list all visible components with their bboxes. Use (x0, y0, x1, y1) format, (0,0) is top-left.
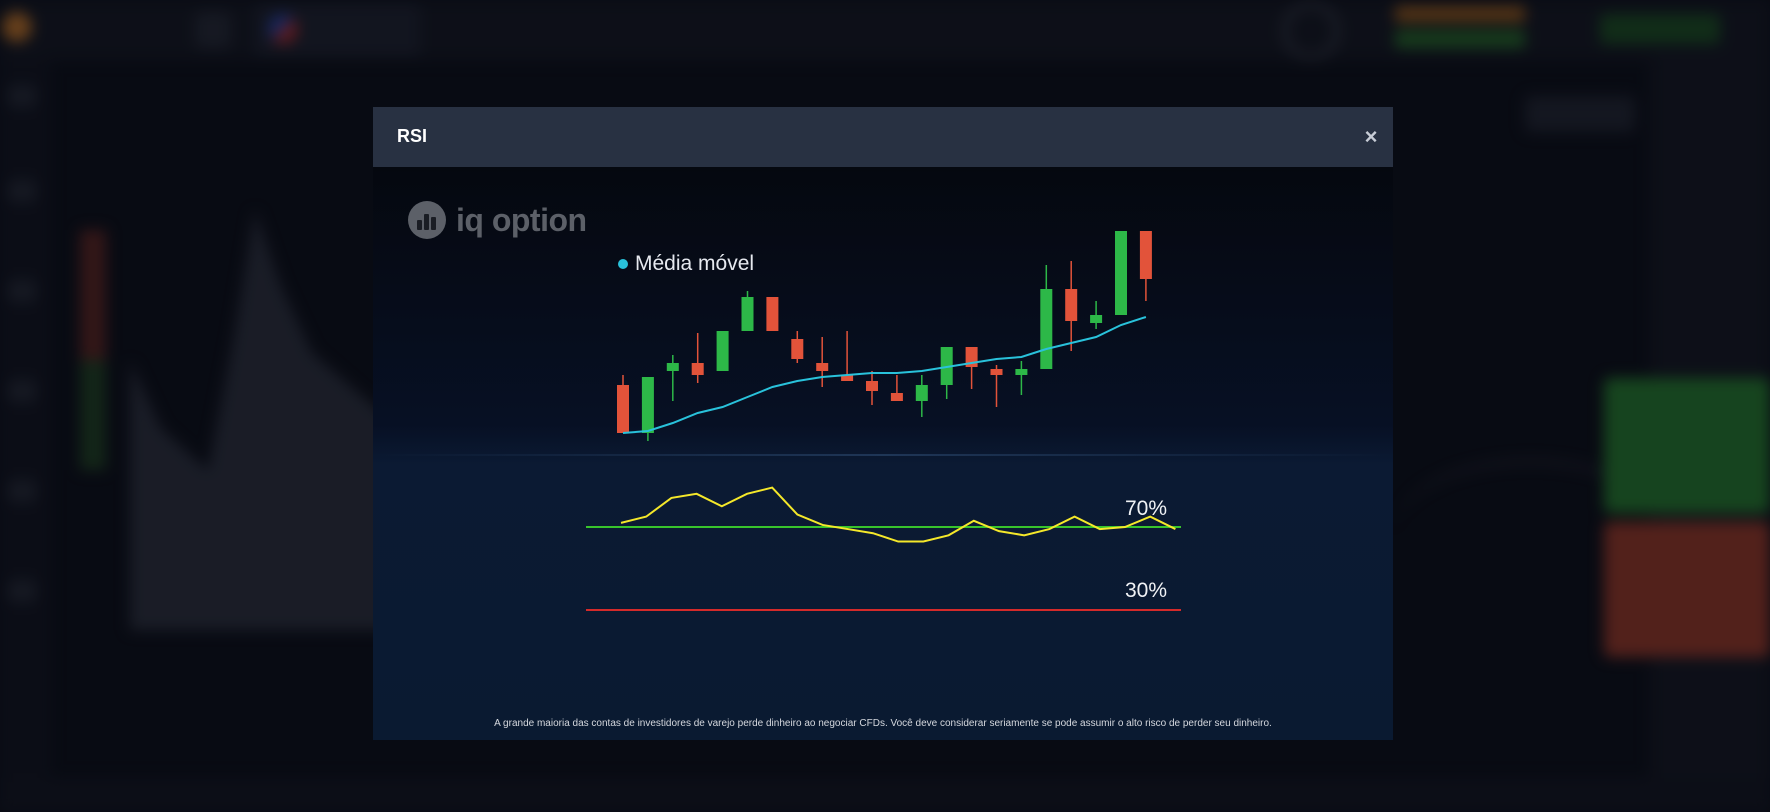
rsi-modal: RSI × iq option Média móvel 70% 30% A gr… (373, 107, 1393, 740)
candle-body (866, 381, 878, 391)
candle-body (691, 363, 704, 375)
level-label-70: 70% (1125, 497, 1168, 520)
candle-body (666, 363, 679, 371)
candle-body (990, 369, 1003, 375)
candle-body (915, 385, 928, 401)
candle-body (1065, 289, 1078, 321)
modal-title: RSI (397, 126, 428, 146)
candle-body (791, 339, 804, 359)
candle-body (741, 297, 754, 331)
candle-body (716, 331, 729, 371)
candle-body (1115, 231, 1127, 315)
rsi-tutorial-image: iq option Média móvel 70% 30% A grande m… (373, 167, 1393, 740)
candle-body (816, 363, 829, 371)
candle-body (617, 385, 629, 433)
rsi-chart (586, 231, 1181, 611)
candle-body (766, 297, 779, 331)
candle-body (1015, 369, 1028, 375)
candle-body (1090, 315, 1103, 323)
level-label-30: 30% (1125, 579, 1168, 602)
candle-body (1040, 289, 1053, 369)
close-icon[interactable]: × (1359, 122, 1383, 152)
candle-body (641, 377, 654, 433)
risk-disclaimer: A grande maioria das contas de investido… (494, 718, 1272, 729)
modal-header: RSI × (373, 107, 1393, 167)
candle-body (1139, 231, 1152, 279)
rsi-line (620, 486, 1176, 543)
candle-body (890, 393, 903, 401)
